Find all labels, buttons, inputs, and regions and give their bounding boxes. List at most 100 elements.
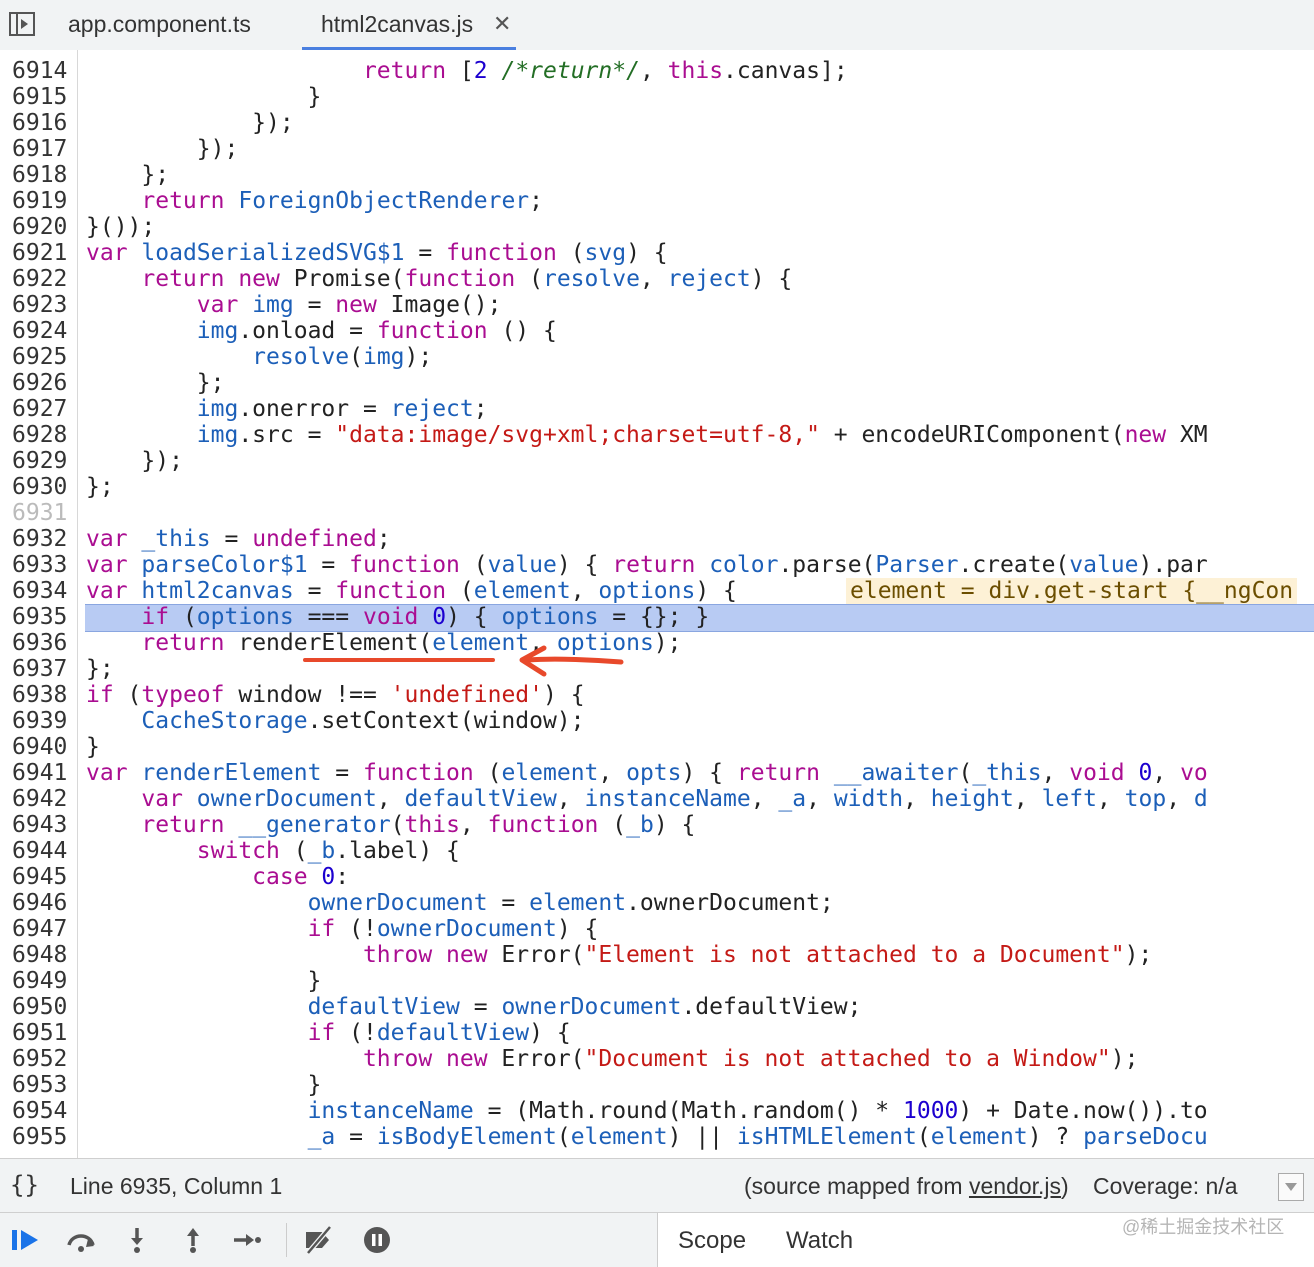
- step-over-icon[interactable]: [64, 1225, 98, 1255]
- code-line[interactable]: 6930};: [0, 474, 1314, 500]
- code-line[interactable]: 6938 if (typeof window !== 'undefined') {: [0, 682, 1314, 708]
- line-number[interactable]: 6914: [12, 58, 67, 84]
- tab-watch[interactable]: Watch: [786, 1227, 853, 1255]
- code-line[interactable]: 6953 }: [0, 1072, 1314, 1098]
- line-number[interactable]: 6919: [12, 188, 67, 214]
- line-number[interactable]: 6940: [12, 734, 67, 760]
- line-number[interactable]: 6946: [12, 890, 67, 916]
- line-number[interactable]: 6934: [12, 578, 67, 604]
- code-line[interactable]: 6954 instanceName = (Math.round(Math.ran…: [0, 1098, 1314, 1124]
- code-line[interactable]: 6924 img.onload = function () {: [0, 318, 1314, 344]
- line-number[interactable]: 6918: [12, 162, 67, 188]
- code-line[interactable]: 6950 defaultView = ownerDocument.default…: [0, 994, 1314, 1020]
- code-line[interactable]: 6921 var loadSerializedSVG$1 = function (…: [0, 240, 1314, 266]
- line-number[interactable]: 6916: [12, 110, 67, 136]
- code-line[interactable]: 6928 img.src = "data:image/svg+xml;chars…: [0, 422, 1314, 448]
- line-number[interactable]: 6939: [12, 708, 67, 734]
- line-number[interactable]: 6954: [12, 1098, 67, 1124]
- tab-scope[interactable]: Scope: [678, 1227, 746, 1255]
- code-line[interactable]: 6931: [0, 500, 1314, 526]
- line-number[interactable]: 6938: [12, 682, 67, 708]
- code-line[interactable]: 6955 _a = isBodyElement(element) || isHT…: [0, 1124, 1314, 1150]
- code-line[interactable]: 6922 return new Promise(function (resolv…: [0, 266, 1314, 292]
- code-line[interactable]: 6920}());: [0, 214, 1314, 240]
- line-number[interactable]: 6941: [12, 760, 67, 786]
- code-line[interactable]: 6932 var _this = undefined;: [0, 526, 1314, 552]
- line-number[interactable]: 6949: [12, 968, 67, 994]
- code-line[interactable]: 6929 });: [0, 448, 1314, 474]
- deactivate-breakpoints-icon[interactable]: [302, 1225, 336, 1255]
- code-editor[interactable]: 6914 return [2 /*return*/, this.canvas];…: [0, 50, 1314, 1158]
- code-line[interactable]: 6940}: [0, 734, 1314, 760]
- code-line[interactable]: 6935 if (options === void 0) { options =…: [0, 604, 1314, 632]
- code-line[interactable]: 6942 var ownerDocument, defaultView, ins…: [0, 786, 1314, 812]
- code-line[interactable]: 6943 return __generator(this, function (…: [0, 812, 1314, 838]
- line-number[interactable]: 6917: [12, 136, 67, 162]
- code-line[interactable]: 6936 return renderElement(element, optio…: [0, 630, 1314, 656]
- pretty-print-button[interactable]: {}: [10, 1171, 39, 1199]
- line-number[interactable]: 6953: [12, 1072, 67, 1098]
- line-number[interactable]: 6922: [12, 266, 67, 292]
- line-number[interactable]: 6948: [12, 942, 67, 968]
- code-line[interactable]: 6952 throw new Error("Document is not at…: [0, 1046, 1314, 1072]
- line-number[interactable]: 6955: [12, 1124, 67, 1150]
- line-number[interactable]: 6925: [12, 344, 67, 370]
- toggle-navigator-icon[interactable]: [8, 10, 36, 38]
- code-line[interactable]: 6933 var parseColor$1 = function (value) …: [0, 552, 1314, 578]
- line-number[interactable]: 6942: [12, 786, 67, 812]
- line-number[interactable]: 6920: [12, 214, 67, 240]
- source-file-link[interactable]: vendor.js: [969, 1173, 1061, 1199]
- line-number[interactable]: 6952: [12, 1046, 67, 1072]
- line-number[interactable]: 6936: [12, 630, 67, 656]
- code-line[interactable]: 6918 };: [0, 162, 1314, 188]
- step-into-icon[interactable]: [120, 1225, 154, 1255]
- code-line[interactable]: 6927 img.onerror = reject;: [0, 396, 1314, 422]
- code-line[interactable]: 6917 });: [0, 136, 1314, 162]
- tab-html2canvas[interactable]: html2canvas.js: [321, 0, 473, 50]
- line-number[interactable]: 6944: [12, 838, 67, 864]
- line-number[interactable]: 6937: [12, 656, 67, 682]
- resume-icon[interactable]: [10, 1225, 44, 1255]
- line-number[interactable]: 6930: [12, 474, 67, 500]
- coverage-toggle-icon[interactable]: [1278, 1173, 1304, 1201]
- code-line[interactable]: 6915 }: [0, 84, 1314, 110]
- step-out-icon[interactable]: [176, 1225, 210, 1255]
- code-line[interactable]: 6949 }: [0, 968, 1314, 994]
- line-number[interactable]: 6943: [12, 812, 67, 838]
- line-number[interactable]: 6945: [12, 864, 67, 890]
- code-line[interactable]: 6926 };: [0, 370, 1314, 396]
- line-number[interactable]: 6947: [12, 916, 67, 942]
- pause-on-exceptions-icon[interactable]: [360, 1225, 394, 1255]
- line-number[interactable]: 6933: [12, 552, 67, 578]
- code-line[interactable]: 6934 var html2canvas = function (element,…: [0, 578, 1314, 604]
- line-number[interactable]: 6921: [12, 240, 67, 266]
- code-line[interactable]: 6916 });: [0, 110, 1314, 136]
- code-line[interactable]: 6939 CacheStorage.setContext(window);: [0, 708, 1314, 734]
- line-number[interactable]: 6923: [12, 292, 67, 318]
- line-number[interactable]: 6931: [12, 500, 67, 526]
- line-number[interactable]: 6928: [12, 422, 67, 448]
- line-number[interactable]: 6927: [12, 396, 67, 422]
- tab-app-component[interactable]: app.component.ts: [68, 0, 251, 50]
- code-line[interactable]: 6925 resolve(img);: [0, 344, 1314, 370]
- line-number[interactable]: 6951: [12, 1020, 67, 1046]
- code-line[interactable]: 6919 return ForeignObjectRenderer;: [0, 188, 1314, 214]
- line-number[interactable]: 6932: [12, 526, 67, 552]
- line-number[interactable]: 6935: [12, 604, 67, 630]
- code-line[interactable]: 6944 switch (_b.label) {: [0, 838, 1314, 864]
- line-number[interactable]: 6926: [12, 370, 67, 396]
- code-line[interactable]: 6937};: [0, 656, 1314, 682]
- code-line[interactable]: 6941 var renderElement = function (elemen…: [0, 760, 1314, 786]
- code-line[interactable]: 6914 return [2 /*return*/, this.canvas];: [0, 58, 1314, 84]
- line-number[interactable]: 6950: [12, 994, 67, 1020]
- line-number[interactable]: 6929: [12, 448, 67, 474]
- code-line[interactable]: 6947 if (!ownerDocument) {: [0, 916, 1314, 942]
- step-icon[interactable]: [230, 1225, 264, 1255]
- code-line[interactable]: 6923 var img = new Image();: [0, 292, 1314, 318]
- line-number[interactable]: 6924: [12, 318, 67, 344]
- code-line[interactable]: 6948 throw new Error("Element is not att…: [0, 942, 1314, 968]
- close-tab-icon[interactable]: ✕: [493, 0, 511, 50]
- code-line[interactable]: 6951 if (!defaultView) {: [0, 1020, 1314, 1046]
- line-number[interactable]: 6915: [12, 84, 67, 110]
- code-line[interactable]: 6945 case 0:: [0, 864, 1314, 890]
